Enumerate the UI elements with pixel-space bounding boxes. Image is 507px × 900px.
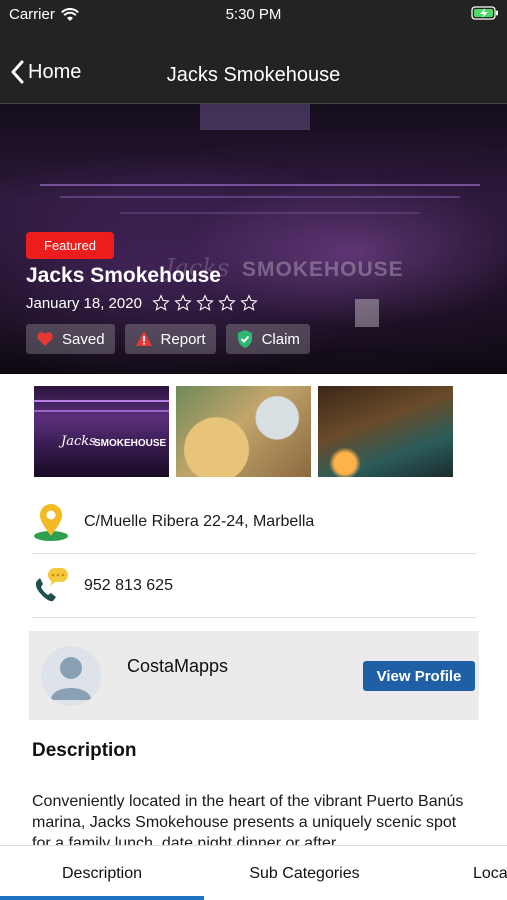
- report-label: Report: [160, 330, 206, 348]
- status-bar: Carrier 5:30 PM: [0, 0, 507, 30]
- description-text: Conveniently located in the heart of the…: [32, 793, 464, 845]
- gallery-photo-1-script: Jacks: [61, 434, 96, 449]
- star-icon[interactable]: [152, 294, 170, 312]
- shield-check-icon: [237, 330, 252, 348]
- listing-date: January 18, 2020: [26, 294, 142, 312]
- phone-row[interactable]: 952 813 625: [32, 555, 477, 618]
- listing-title: Jacks Smokehouse: [26, 264, 221, 287]
- heart-icon: [37, 332, 53, 346]
- action-buttons: Saved Report Claim: [26, 324, 310, 354]
- address-text: C/Muelle Ribera 22-24, Marbella: [84, 513, 315, 530]
- hero-sign-word: SMOKEHOUSE: [242, 258, 404, 281]
- phone-chat-icon: [32, 566, 70, 606]
- active-tab-indicator: [0, 896, 204, 900]
- warning-icon: [135, 331, 152, 346]
- rating-stars[interactable]: [152, 294, 258, 312]
- star-icon[interactable]: [218, 294, 236, 312]
- star-icon[interactable]: [196, 294, 214, 312]
- hero-banner: Jacks SMOKEHOUSE Featured Jacks Smokehou…: [0, 104, 507, 374]
- tab-sub-categories[interactable]: Sub Categories: [204, 846, 405, 900]
- gallery-photo-1[interactable]: Jacks SMOKEHOUSE: [34, 386, 169, 477]
- saved-label: Saved: [62, 330, 105, 348]
- claim-label: Claim: [261, 330, 300, 348]
- avatar: [41, 646, 101, 706]
- saved-button[interactable]: Saved: [26, 324, 115, 354]
- gallery-photo-3[interactable]: [318, 386, 453, 477]
- star-icon[interactable]: [174, 294, 192, 312]
- clock: 5:30 PM: [225, 6, 282, 23]
- featured-badge: Featured: [26, 232, 115, 259]
- gallery-photo-1-caption: SMOKEHOUSE: [94, 438, 167, 449]
- owner-profile-card: CostaMapps View Profile: [29, 631, 479, 720]
- navigation-bar: Home Jacks Smokehouse: [0, 30, 507, 104]
- section-tab-bar: Description Sub Categories Loca: [0, 845, 507, 900]
- address-row[interactable]: C/Muelle Ribera 22-24, Marbella: [32, 491, 477, 554]
- star-icon[interactable]: [240, 294, 258, 312]
- gallery-photo-2[interactable]: [176, 386, 311, 477]
- location-pin-icon: [32, 502, 70, 542]
- report-button[interactable]: Report: [124, 324, 216, 354]
- phone-number: 952 813 625: [84, 577, 173, 594]
- page-title: Jacks Smokehouse: [166, 64, 341, 86]
- tab-description[interactable]: Description: [0, 846, 204, 900]
- profile-name: CostaMapps: [127, 656, 229, 676]
- date-rating-row: January 18, 2020: [26, 294, 258, 312]
- description-heading: Description: [32, 740, 137, 761]
- battery-icon: [471, 6, 499, 24]
- claim-button[interactable]: Claim: [225, 324, 310, 354]
- photo-gallery: Jacks SMOKEHOUSE: [34, 386, 453, 477]
- tab-location[interactable]: Loca: [455, 846, 507, 900]
- view-profile-button[interactable]: View Profile: [363, 661, 475, 691]
